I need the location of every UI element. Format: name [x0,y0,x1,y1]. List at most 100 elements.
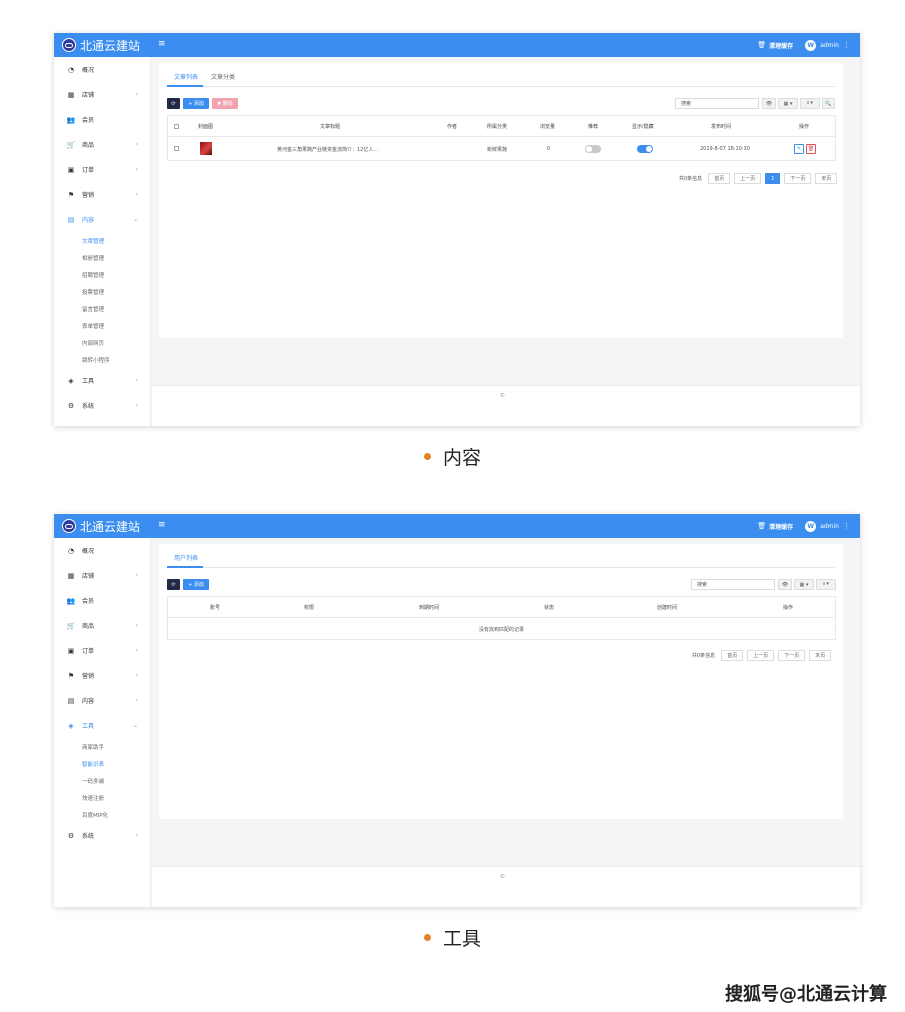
sidebar-sub-baidu-mip[interactable]: 百度MIP化 [54,806,150,823]
more-menu-icon[interactable]: ⋮ [843,522,850,530]
chevron-right-icon: › [135,672,138,679]
add-button[interactable]: + 添加 [183,98,209,109]
sidebar-item-overview[interactable]: ◔ 概况 [54,57,150,82]
add-button[interactable]: + 添加 [183,579,209,590]
trash-icon[interactable]: 🗑 [757,522,766,530]
sidebar-sub-smart-identify[interactable]: 智能识表 [54,755,150,772]
clear-cache-button[interactable]: 清理缓存 [769,522,793,531]
page-first-button[interactable]: 首页 [708,173,731,184]
page-last-button[interactable]: 末页 [815,173,838,184]
sidebar-item-overview[interactable]: ◔ 概况 [54,538,150,563]
search-input[interactable]: 搜索 [691,579,775,590]
export-icon[interactable]: ⭳ ▾ [800,98,820,109]
avatar[interactable]: W [805,39,817,51]
sidebar-sub-one-code[interactable]: 一码多端 [54,772,150,789]
sidebar-item-orders[interactable]: ▣ 订单 › [54,157,150,182]
money-icon: ▣ [67,646,75,655]
brand-logo[interactable]: 北通云建站 [62,518,140,534]
columns-icon[interactable]: ▦ ▾ [778,98,798,109]
edit-icon[interactable]: ✎ [794,144,804,154]
sidebar-sub-vote[interactable]: 投票管理 [54,283,150,300]
users-icon: 👥 [66,596,76,605]
columns-icon[interactable]: ▦ ▾ [794,579,814,590]
sidebar-sub-album[interactable]: 相册管理 [54,249,150,266]
pagination-info: 共0条信息 [679,176,703,182]
sidebar-item-members[interactable]: 👥 会员 [54,107,150,132]
sidebar-item-shop[interactable]: ▦ 店铺 › [54,563,150,588]
sidebar-item-tools[interactable]: ◈ 工具 › [54,368,150,393]
page-prev-button[interactable]: 上一页 [734,173,762,184]
sidebar-item-orders[interactable]: ▣ 订单 › [54,638,150,663]
page-prev-button[interactable]: 上一页 [747,650,775,661]
avatar[interactable]: W [805,520,817,532]
tab-article-category[interactable]: 文章分类 [211,72,235,81]
sidebar-item-goods[interactable]: 🛒 商品 › [54,132,150,157]
trash-icon[interactable]: 🗑 [757,41,766,49]
page-next-button[interactable]: 下一页 [778,650,806,661]
sidebar-item-marketing[interactable]: ⚑ 营销 › [54,663,150,688]
page-current-button[interactable]: 1 [765,173,781,184]
row-checkbox[interactable] [174,146,179,151]
cart-icon: 🛒 [66,621,76,630]
visible-toggle[interactable] [637,145,653,153]
tab-user-list[interactable]: 用户列表 [174,553,198,562]
eye-icon[interactable]: 👁 [762,98,776,109]
row-title[interactable]: 黄河金三角果蔬产业链资金流简介：12亿人... [277,146,378,153]
sidebar-item-marketing[interactable]: ⚑ 营销 › [54,182,150,207]
clear-cache-button[interactable]: 清理缓存 [769,41,793,50]
sidebar: ◔ 概况 ▦ 店铺 › 👥 会员 🛒 商品 › ▣ 订单 › ⚑ 营销 › ▤ 内容 ⌄ 文章管理 相册… [54,57,151,426]
page-first-button[interactable]: 首页 [721,650,744,661]
tab-bar: 文章列表 文章分类 [167,63,835,87]
document-icon: ▤ [67,696,75,705]
menu-toggle-icon[interactable]: ≡ [158,39,166,49]
row-views: 0 [547,146,551,152]
sidebar-sub-quick-register[interactable]: 快速注册 [54,789,150,806]
chevron-right-icon: › [135,166,138,173]
sidebar-item-system[interactable]: ⚙ 系统 › [54,393,150,418]
brand-logo[interactable]: 北通云建站 [62,37,140,53]
sidebar-item-tools[interactable]: ◈ 工具 ⌄ [54,713,150,738]
more-menu-icon[interactable]: ⋮ [843,41,850,49]
sidebar-item-content[interactable]: ▤ 内容 ⌄ [54,207,150,232]
brand-name: 北通云建站 [80,519,141,534]
search-icon[interactable]: 🔍 [822,98,835,109]
brand-icon [62,519,76,533]
cart-icon: 🛒 [66,140,76,149]
table-header: 封面图 文章标题 作者 所属分类 浏览量 推荐 显示/隐藏 发布时间 操作 [168,116,835,137]
page-next-button[interactable]: 下一页 [784,173,812,184]
sidebar-item-goods[interactable]: 🛒 商品 › [54,613,150,638]
gear-icon: ⚙ [67,401,75,410]
delete-button[interactable]: ✖ 删除 [212,98,238,109]
delete-icon[interactable]: 🗑 [806,144,816,154]
footer-copyright: © [500,393,505,399]
export-icon[interactable]: ⭳ ▾ [816,579,836,590]
col-recommend: 推荐 [588,124,599,130]
user-name[interactable]: admin [820,523,839,530]
brand-icon [62,38,76,52]
eye-icon[interactable]: 👁 [778,579,792,590]
page-last-button[interactable]: 末页 [809,650,832,661]
sidebar-item-members[interactable]: 👥 会员 [54,588,150,613]
menu-toggle-icon[interactable]: ≡ [158,520,166,530]
screenshot-tools: 北通云建站 ≡ 🗑 清理缓存 W admin ⋮ ◔ 概况 ▦ 店铺 › 👥 会员 🛒 商… [54,514,860,907]
select-all-checkbox[interactable] [174,124,179,129]
search-input[interactable]: 搜索 [675,98,759,109]
footer: © [152,866,860,907]
gear-icon: ⚙ [67,831,75,840]
sidebar-item-shop[interactable]: ▦ 店铺 › [54,82,150,107]
sidebar-item-system[interactable]: ⚙ 系统 › [54,823,150,848]
sidebar-item-content[interactable]: ▤ 内容 › [54,688,150,713]
sidebar-sub-article[interactable]: 文章管理 [54,232,150,249]
sidebar-sub-message[interactable]: 留言管理 [54,300,150,317]
sidebar-sub-merchant-helper[interactable]: 商家助手 [54,738,150,755]
sidebar-sub-recruit[interactable]: 招聘管理 [54,266,150,283]
user-name[interactable]: admin [820,42,839,49]
brand-name: 北通云建站 [80,38,141,53]
tab-article-list[interactable]: 文章列表 [174,72,198,81]
sidebar-sub-form[interactable]: 表单管理 [54,317,150,334]
refresh-button[interactable]: ⟳ [167,579,180,590]
sidebar-sub-miniprogram[interactable]: 跳转小程序 [54,351,150,368]
sidebar-sub-inner-page[interactable]: 内部网页 [54,334,150,351]
refresh-button[interactable]: ⟳ [167,98,180,109]
recommend-toggle[interactable] [585,145,601,153]
